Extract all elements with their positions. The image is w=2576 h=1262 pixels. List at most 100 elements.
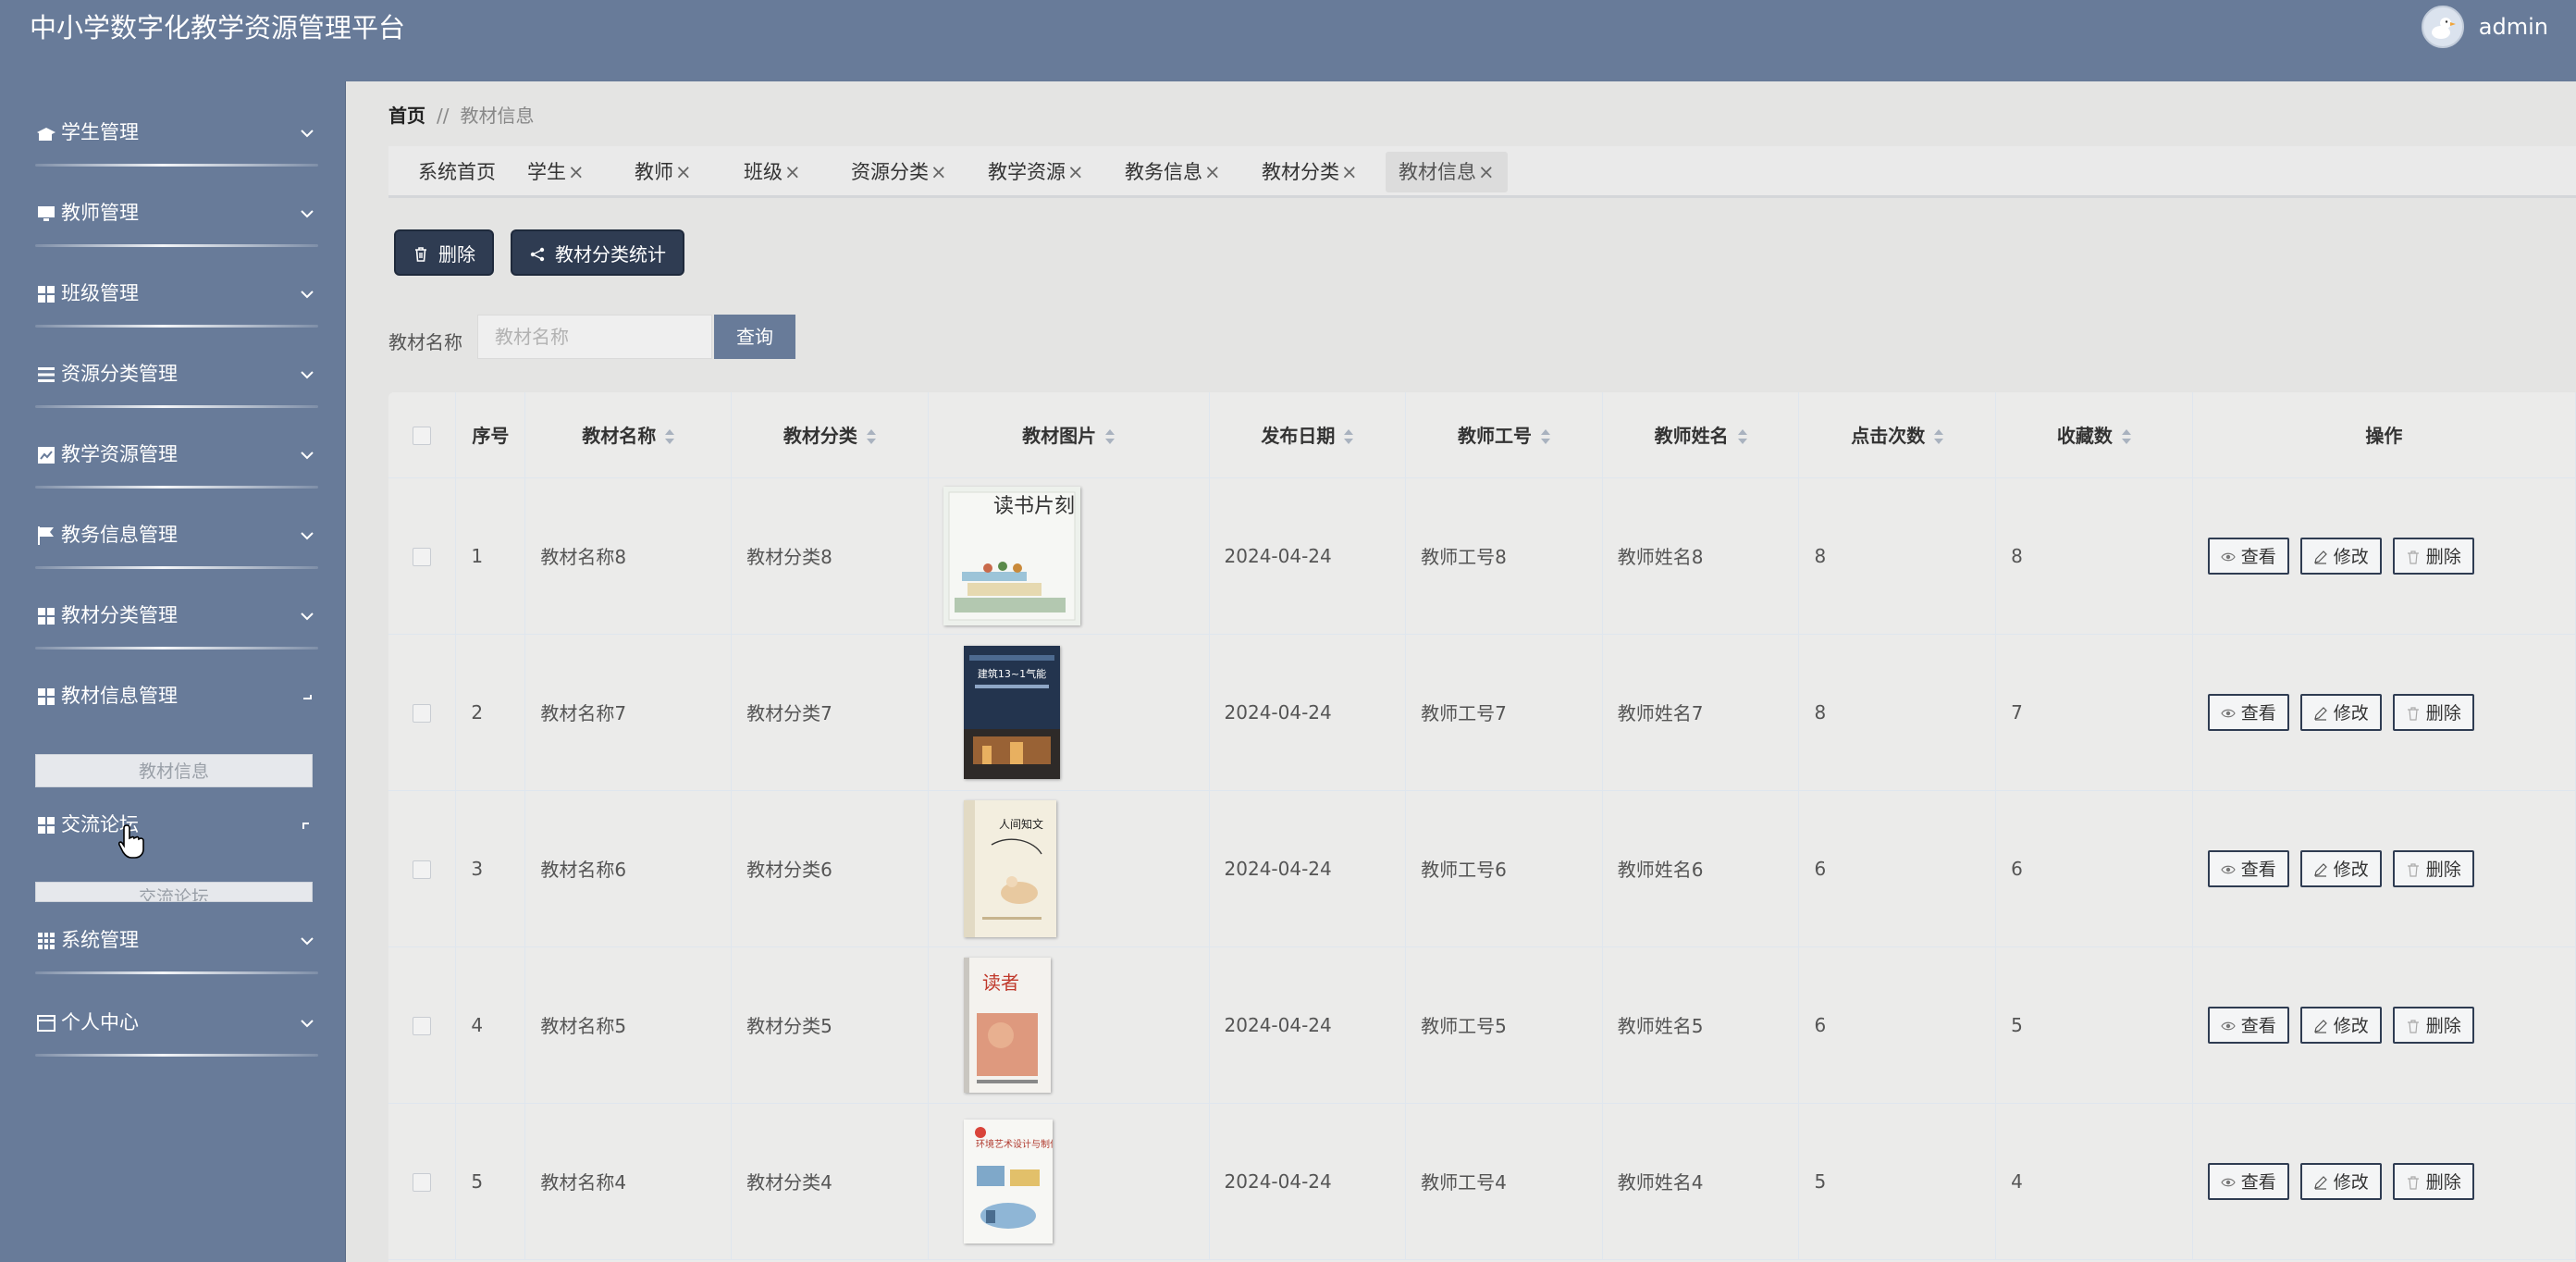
book-cover-image[interactable]: 人间知文 <box>963 799 1056 937</box>
book-cover-image[interactable]: 环境艺术设计与制作 <box>963 1119 1053 1243</box>
button-label: 删除 <box>2425 1015 2461 1036</box>
view-button[interactable]: 查看 <box>2207 537 2289 575</box>
edit-button[interactable]: 修改 <box>2299 693 2382 731</box>
edit-button[interactable]: 修改 <box>2299 1162 2382 1200</box>
column-header-category[interactable]: 教材分类 <box>731 392 929 478</box>
delete-button[interactable]: 删除 <box>2392 537 2474 575</box>
row-checkbox[interactable] <box>413 1017 432 1035</box>
submenu-textbook-info[interactable]: 教材信息 <box>35 754 313 787</box>
sort-icon[interactable] <box>1934 429 1944 445</box>
edit-button[interactable]: 修改 <box>2299 537 2382 575</box>
view-button[interactable]: 查看 <box>2207 849 2289 887</box>
close-icon[interactable]: × <box>568 161 585 183</box>
submenu-forum[interactable]: 交流论坛 <box>35 882 313 902</box>
column-header-favorites[interactable]: 收藏数 <box>1995 392 2193 478</box>
cell-favorites: 7 <box>1995 634 2193 791</box>
batch-delete-button[interactable]: 删除 <box>394 229 494 276</box>
cell-teacher-name: 教师姓名8 <box>1602 477 1800 635</box>
book-cover-image[interactable]: 读者 <box>963 957 1051 1093</box>
book-cover-image[interactable]: 读书片刻 <box>943 486 1080 625</box>
close-icon[interactable]: × <box>1478 161 1495 183</box>
table-row: 5 教材名称4 教材分类4 环境艺术设计与制作 2024-04-24 教师工号4… <box>388 1103 2576 1260</box>
column-header-label: 教师工号 <box>1457 425 1532 448</box>
sort-icon[interactable] <box>2121 429 2131 445</box>
column-header-clicks[interactable]: 点击次数 <box>1798 392 1997 478</box>
cover-title: 建筑13~1气能 <box>978 667 1046 680</box>
edit-icon <box>2313 1175 2327 1190</box>
tab-class[interactable]: 班级× <box>731 152 814 192</box>
sidebar-item-forum[interactable]: 交流论坛 <box>0 790 346 864</box>
cover-title: 读书片刻 <box>993 495 1075 518</box>
column-header-date[interactable]: 发布日期 <box>1209 392 1407 478</box>
edit-button[interactable]: 修改 <box>2299 849 2382 887</box>
textbook-name-search-input[interactable] <box>477 315 712 359</box>
cell-no: 3 <box>455 790 526 947</box>
row-checkbox[interactable] <box>413 860 432 879</box>
delete-button[interactable]: 删除 <box>2392 1006 2474 1044</box>
grid-icon <box>38 688 55 705</box>
search-button[interactable]: 查询 <box>714 315 795 359</box>
delete-button[interactable]: 删除 <box>2392 849 2474 887</box>
sidebar-item-teacher-management[interactable]: 教师管理 <box>0 179 346 253</box>
trash-icon <box>2407 550 2419 564</box>
sort-icon[interactable] <box>1737 429 1747 445</box>
tab-resource-category[interactable]: 资源分类× <box>838 152 960 192</box>
book-cover-image[interactable]: 建筑13~1气能 <box>963 645 1060 779</box>
tab-academic-info[interactable]: 教务信息× <box>1112 152 1234 192</box>
tab-home[interactable]: 系统首页 <box>405 152 509 192</box>
edit-button[interactable]: 修改 <box>2299 1006 2382 1044</box>
chevron-down-icon <box>301 937 314 946</box>
column-header-image[interactable]: 教材图片 <box>928 392 1210 478</box>
category-stats-button[interactable]: 教材分类统计 <box>511 229 684 276</box>
tab-label: 教学资源 <box>988 161 1066 183</box>
card-icon <box>37 1015 55 1032</box>
close-icon[interactable]: × <box>1341 161 1358 183</box>
sidebar-item-academic-info-management[interactable]: 教务信息管理 <box>0 501 346 575</box>
tab-textbook-category[interactable]: 教材分类× <box>1249 152 1371 192</box>
sidebar-item-class-management[interactable]: 班级管理 <box>0 259 346 333</box>
breadcrumb-home[interactable]: 首页 <box>388 105 425 127</box>
sidebar-item-textbook-info-management[interactable]: 教材信息管理 <box>0 662 346 736</box>
sort-icon[interactable] <box>866 429 876 445</box>
close-icon[interactable]: × <box>931 161 947 183</box>
view-button[interactable]: 查看 <box>2207 1006 2289 1044</box>
avatar[interactable] <box>2421 6 2464 48</box>
column-header-teacher-name[interactable]: 教师姓名 <box>1602 392 1800 478</box>
list-icon <box>38 367 55 382</box>
tab-textbook-info[interactable]: 教材信息× <box>1386 152 1508 192</box>
row-checkbox[interactable] <box>413 1173 432 1192</box>
tab-student[interactable]: 学生× <box>514 152 598 192</box>
sidebar-item-system-management[interactable]: 系统管理 <box>0 906 346 980</box>
row-checkbox[interactable] <box>413 704 432 723</box>
sort-icon[interactable] <box>665 429 675 445</box>
column-header-no: 序号 <box>455 392 526 478</box>
sidebar-item-teaching-resource-management[interactable]: 教学资源管理 <box>0 420 346 494</box>
view-button[interactable]: 查看 <box>2207 1162 2289 1200</box>
delete-button[interactable]: 删除 <box>2392 693 2474 731</box>
close-icon[interactable]: × <box>1067 161 1084 183</box>
close-icon[interactable]: × <box>675 161 692 183</box>
menu-divider <box>35 244 318 247</box>
column-header-name[interactable]: 教材名称 <box>524 392 733 478</box>
sidebar-item-resource-category-management[interactable]: 资源分类管理 <box>0 340 346 414</box>
sidebar-item-personal-center[interactable]: 个人中心 <box>0 988 346 1062</box>
sidebar-item-student-management[interactable]: 学生管理 <box>0 98 346 172</box>
sort-icon[interactable] <box>1105 429 1115 445</box>
select-all-checkbox[interactable] <box>413 427 432 446</box>
sort-icon[interactable] <box>1540 429 1550 445</box>
close-icon[interactable]: × <box>784 161 801 183</box>
tab-teacher[interactable]: 教师× <box>622 152 705 192</box>
row-checkbox[interactable] <box>413 548 432 566</box>
column-header-teacher-id[interactable]: 教师工号 <box>1405 392 1603 478</box>
close-icon[interactable]: × <box>1204 161 1221 183</box>
button-label: 删除 <box>2425 859 2461 880</box>
user-name[interactable]: admin <box>2479 14 2548 40</box>
tab-label: 教材信息 <box>1399 161 1476 183</box>
sort-icon[interactable] <box>1344 429 1354 445</box>
delete-button[interactable]: 删除 <box>2392 1162 2474 1200</box>
user-menu[interactable]: admin <box>2421 6 2548 48</box>
tab-teaching-resource[interactable]: 教学资源× <box>975 152 1097 192</box>
view-button[interactable]: 查看 <box>2207 693 2289 731</box>
sidebar-item-textbook-category-management[interactable]: 教材分类管理 <box>0 581 346 655</box>
sidebar-item-label: 学生管理 <box>61 121 139 143</box>
